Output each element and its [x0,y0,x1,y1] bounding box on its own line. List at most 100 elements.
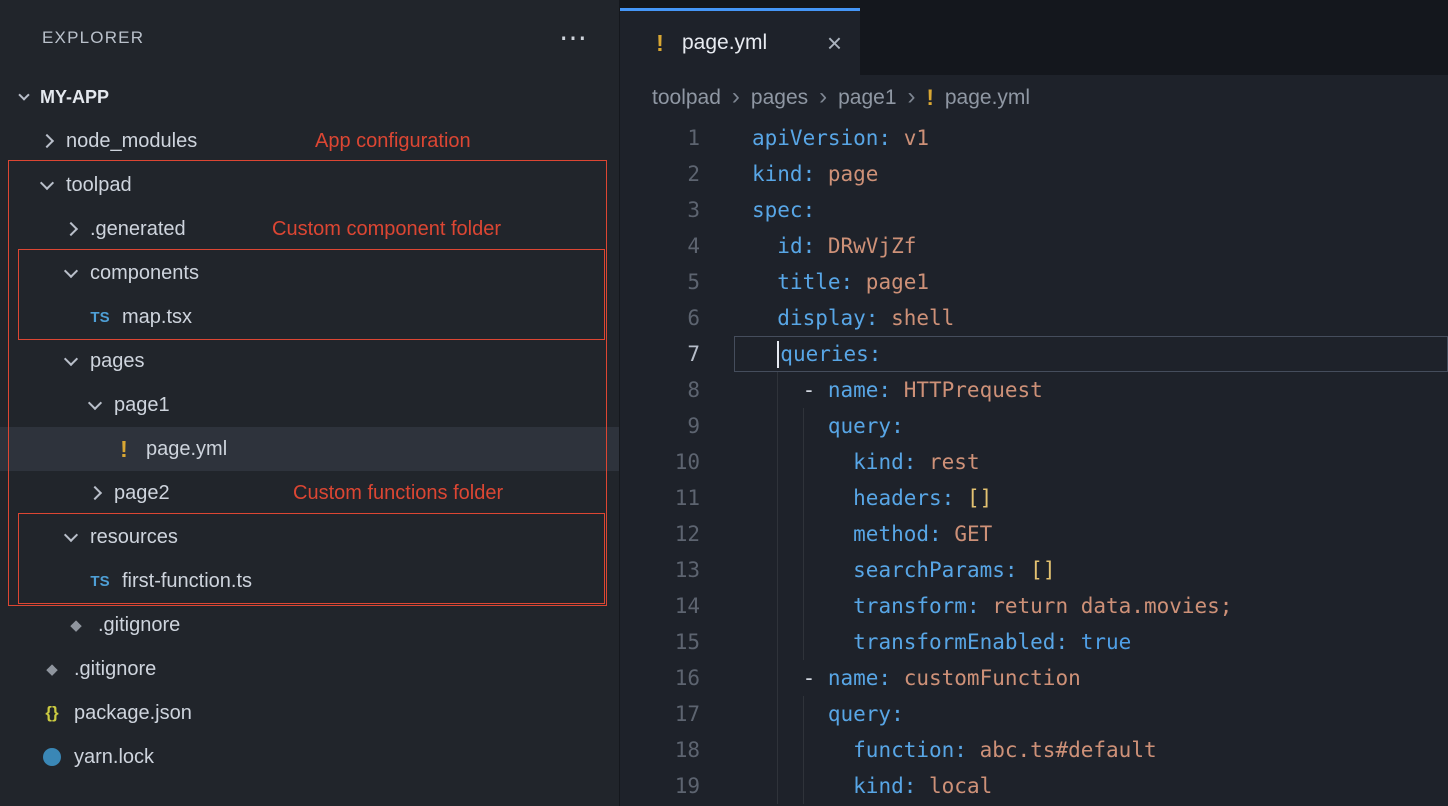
code-token [752,234,777,258]
code-token: GET [942,522,993,546]
chevron-down-icon [88,395,102,409]
tab-page-yml[interactable]: ! page.yml × [620,8,860,75]
tree-root-my-app[interactable]: MY-APP [0,75,619,119]
code-line-7[interactable]: 7 queries: [620,336,1448,372]
tree-item-label: resources [90,526,178,549]
tree-item-package-json[interactable]: {}package.json [0,691,619,735]
chevron-right-icon [88,486,102,500]
code-token: kind: [752,162,815,186]
code-token: transform: [853,594,979,618]
line-number: 15 [620,624,700,660]
breadcrumb-item-toolpad[interactable]: toolpad [652,86,721,110]
code-token [752,306,777,330]
code-line-5[interactable]: 5 title: page1 [620,264,1448,300]
code-line-14[interactable]: 14 transform: return data.movies; [620,588,1448,624]
tab-bar: ! page.yml × [620,0,1448,75]
warning-icon: ! [650,30,670,57]
code-token: [] [1018,558,1056,582]
line-number: 14 [620,588,700,624]
code-line-6[interactable]: 6 display: shell [620,300,1448,336]
code-token [752,270,777,294]
breadcrumb-item-pages[interactable]: pages [751,86,808,110]
tree-item-generated[interactable]: .generated [0,207,619,251]
close-icon[interactable]: × [827,33,842,53]
typescript-icon: TS [86,309,114,326]
code-line-18[interactable]: 18 function: abc.ts#default [620,732,1448,768]
more-actions-icon[interactable]: ⋯ [559,33,587,43]
code-line-10[interactable]: 10 kind: rest [620,444,1448,480]
code-line-text: transformEnabled: true [734,624,1448,660]
code-line-text: query: [734,408,1448,444]
code-line-16[interactable]: 16 - name: customFunction [620,660,1448,696]
code-line-text: transform: return data.movies; [734,588,1448,624]
code-line-11[interactable]: 11 headers: [] [620,480,1448,516]
code-line-1[interactable]: 1apiVersion: v1 [620,120,1448,156]
code-token: local [916,774,992,798]
line-number: 16 [620,660,700,696]
text-cursor [777,341,779,368]
code-token: searchParams: [853,558,1017,582]
code-line-12[interactable]: 12 method: GET [620,516,1448,552]
tree-item-page2[interactable]: page2 [0,471,619,515]
tree-item-map-tsx[interactable]: TS map.tsx [0,295,619,339]
code-line-2[interactable]: 2kind: page [620,156,1448,192]
tree-item-gitignore[interactable]: ◆.gitignore [0,603,619,647]
code-line-9[interactable]: 9 query: [620,408,1448,444]
code-line-text: display: shell [734,300,1448,336]
tree-item-label: page1 [114,394,170,417]
file-tree: node_modulestoolpad.generatedcomponentsT… [0,119,619,779]
tree-item-page-yml[interactable]: !page.yml [0,427,619,471]
tree-item-pages[interactable]: pages [0,339,619,383]
line-number: 7 [620,336,700,372]
code-token: kind: [853,450,916,474]
code-token: - [752,666,828,690]
code-token: page1 [853,270,929,294]
warning-icon: ! [927,85,934,111]
code-token: name: [828,378,891,402]
code-token [752,738,853,762]
git-icon: ◆ [38,660,66,678]
code-line-text: function: abc.ts#default [734,732,1448,768]
code-line-text: headers: [] [734,480,1448,516]
tree-item-first-function-ts[interactable]: TSfirst-function.ts [0,559,619,603]
code-line-19[interactable]: 19 kind: local [620,768,1448,804]
line-number: 5 [620,264,700,300]
tree-item-page1[interactable]: page1 [0,383,619,427]
explorer-sidebar: EXPLORER ⋯ MY-APP node_modulestoolpad.ge… [0,0,620,806]
code-line-13[interactable]: 13 searchParams: [] [620,552,1448,588]
code-token: HTTPrequest [891,378,1043,402]
code-lines: 1apiVersion: v12kind: page3spec:4 id: DR… [620,120,1448,804]
tree-item-yarn-lock[interactable]: yarn.lock [0,735,619,779]
tree-item-label: first-function.ts [122,570,252,593]
code-editor[interactable]: 1apiVersion: v12kind: page3spec:4 id: DR… [620,120,1448,806]
code-line-text: kind: rest [734,444,1448,480]
code-token [752,342,777,366]
root-label: MY-APP [40,87,109,108]
tree-item-label: page.yml [146,438,227,461]
tree-item-label: map.tsx [122,306,192,329]
tree-item-resources[interactable]: resources [0,515,619,559]
tree-item-toolpad[interactable]: toolpad [0,163,619,207]
vscode-window: EXPLORER ⋯ MY-APP node_modulestoolpad.ge… [0,0,1448,806]
code-token: DRwVjZf [815,234,916,258]
line-number: 12 [620,516,700,552]
code-line-8[interactable]: 8 - name: HTTPrequest [620,372,1448,408]
code-line-3[interactable]: 3spec: [620,192,1448,228]
code-line-15[interactable]: 15 transformEnabled: true [620,624,1448,660]
tree-item-gitignore[interactable]: ◆.gitignore [0,647,619,691]
tree-item-node-modules[interactable]: node_modules [0,119,619,163]
code-line-4[interactable]: 4 id: DRwVjZf [620,228,1448,264]
code-line-17[interactable]: 17 query: [620,696,1448,732]
tree-item-components[interactable]: components [0,251,619,295]
breadcrumb-item-page-yml[interactable]: page.yml [945,86,1030,110]
code-line-text: id: DRwVjZf [734,228,1448,264]
tree-item-label: node_modules [66,130,197,153]
code-line-text: title: page1 [734,264,1448,300]
code-token: id: [777,234,815,258]
breadcrumb-separator-icon: › [732,83,740,111]
line-number: 1 [620,120,700,156]
code-line-text: queries: [734,336,1448,372]
breadcrumb-item-page1[interactable]: page1 [838,86,896,110]
yarn-icon [38,748,66,766]
tree-item-label: pages [90,350,145,373]
